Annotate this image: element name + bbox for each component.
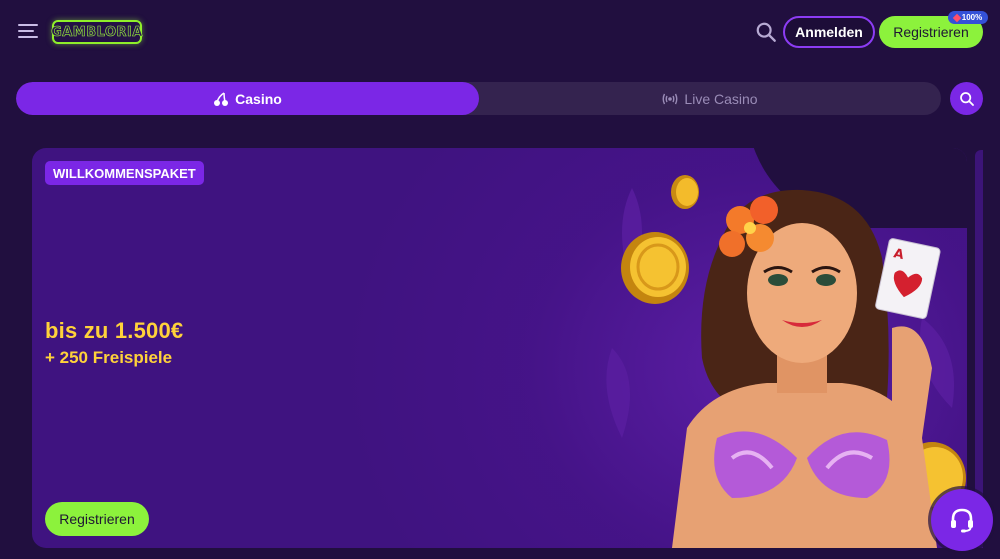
category-tabs: Casino Live Casino	[16, 82, 941, 115]
gold-coin-icon	[621, 232, 689, 304]
offer-free-spins: + 250 Freispiele	[45, 348, 173, 367]
register-button-banner[interactable]: Registrieren	[45, 502, 149, 536]
welcome-package-badge: WILLKOMMENSPAKET	[45, 161, 204, 185]
welcome-banner[interactable]: WILLKOMMENSPAKET bis zu 1.500€ + 250 Fre…	[32, 148, 967, 548]
tab-live-casino[interactable]: Live Casino	[479, 82, 941, 115]
broadcast-icon	[662, 93, 678, 104]
support-chat-button[interactable]	[931, 489, 993, 551]
gold-coin-icon	[671, 175, 699, 209]
ace-of-hearts-card-icon: A	[875, 238, 941, 319]
top-header: GAMBLORIA Anmelden Registrieren 100%	[0, 0, 1000, 64]
offer-amount: bis zu 1.500€	[45, 318, 184, 343]
gambloria-logo[interactable]: GAMBLORIA	[51, 20, 143, 44]
tab-casino[interactable]: Casino	[16, 82, 479, 115]
search-icon[interactable]	[755, 21, 777, 43]
bonus-percent-badge: 100%	[948, 11, 988, 24]
tab-live-casino-label: Live Casino	[684, 90, 758, 107]
gem-icon	[952, 13, 962, 22]
tab-casino-label: Casino	[235, 90, 282, 107]
search-icon	[959, 91, 974, 106]
headset-icon	[951, 508, 973, 533]
next-banner-peek[interactable]	[975, 150, 983, 548]
login-button[interactable]: Anmelden	[783, 16, 875, 48]
hamburger-menu-icon[interactable]	[18, 24, 38, 40]
casino-hostess-illustration: A	[606, 175, 966, 548]
cherries-icon	[214, 91, 229, 106]
game-search-button[interactable]	[950, 82, 983, 115]
bonus-percent-text: 100%	[961, 13, 983, 22]
